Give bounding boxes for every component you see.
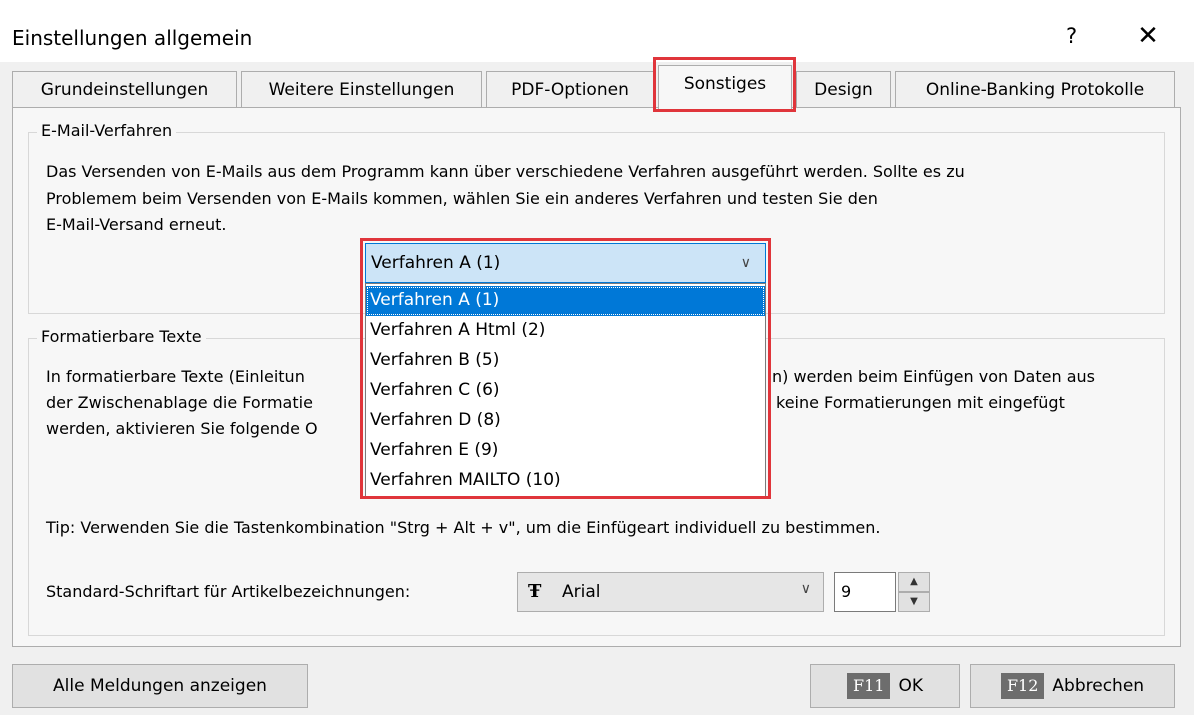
chevron-down-icon: ∨ bbox=[800, 581, 811, 597]
font-size-input[interactable]: 9 bbox=[834, 572, 896, 612]
cancel-button[interactable]: F12 Abbrechen bbox=[970, 664, 1175, 708]
tip-text: Tip: Verwenden Sie die Tastenkombination… bbox=[46, 518, 881, 537]
tab-weitere-einstellungen[interactable]: Weitere Einstellungen bbox=[241, 71, 482, 108]
email-description-line-2: Problemem beim Versenden von E-Mails kom… bbox=[46, 189, 878, 208]
font-label: Standard-Schriftart für Artikelbezeichnu… bbox=[46, 582, 411, 601]
window-title: Einstellungen allgemein bbox=[12, 26, 253, 50]
cancel-label: Abbrechen bbox=[1052, 676, 1145, 696]
f12-key-badge: F12 bbox=[1000, 673, 1045, 699]
font-select[interactable]: Ŧ Arial ∨ bbox=[517, 572, 824, 612]
tab-pdf-optionen[interactable]: PDF-Optionen bbox=[486, 71, 654, 108]
tab-strip: Grundeinstellungen Weitere Einstellungen… bbox=[0, 62, 1194, 109]
formatted-text-line-3: werden, aktivieren Sie folgende O bbox=[46, 419, 318, 438]
email-group-label: E-Mail-Verfahren bbox=[37, 121, 177, 140]
f11-key-badge: F11 bbox=[847, 673, 891, 699]
spin-down-icon[interactable]: ▼ bbox=[898, 592, 930, 612]
email-description-line-3: E-Mail-Versand erneut. bbox=[46, 215, 227, 234]
tab-design[interactable]: Design bbox=[796, 71, 891, 108]
truetype-font-icon: Ŧ bbox=[528, 581, 542, 602]
font-select-value: Arial bbox=[562, 582, 601, 602]
close-button[interactable]: ✕ bbox=[1126, 20, 1170, 52]
email-description-line-1: Das Versenden von E-Mails aus dem Progra… bbox=[46, 162, 965, 181]
title-bar: Einstellungen allgemein ? ✕ bbox=[0, 0, 1194, 62]
ok-label: OK bbox=[898, 676, 923, 696]
formatted-text-group-label: Formatierbare Texte bbox=[37, 327, 206, 346]
tab-grundeinstellungen[interactable]: Grundeinstellungen bbox=[12, 71, 237, 108]
spin-up-icon[interactable]: ▲ bbox=[898, 572, 930, 592]
formatted-text-line-2: der Zwischenablage die Formatie bbox=[46, 393, 313, 412]
help-button[interactable]: ? bbox=[1066, 24, 1077, 48]
formatted-text-line-1-right: n) werden beim Einfügen von Daten aus bbox=[772, 367, 1095, 386]
font-size-spinner[interactable]: ▲ ▼ bbox=[898, 572, 930, 612]
show-all-messages-button[interactable]: Alle Meldungen anzeigen bbox=[12, 664, 308, 708]
formatted-text-line-2-right: keine Formatierungen mit eingefügt bbox=[776, 393, 1065, 412]
ok-button[interactable]: F11 OK bbox=[810, 664, 960, 708]
tab-highlight-frame bbox=[653, 57, 796, 112]
formatted-text-line-1: In formatierbare Texte (Einleitun bbox=[46, 367, 305, 386]
show-all-messages-label: Alle Meldungen anzeigen bbox=[53, 676, 267, 696]
tab-online-banking-protokolle[interactable]: Online-Banking Protokolle bbox=[895, 71, 1175, 108]
combo-highlight-frame bbox=[360, 238, 771, 499]
